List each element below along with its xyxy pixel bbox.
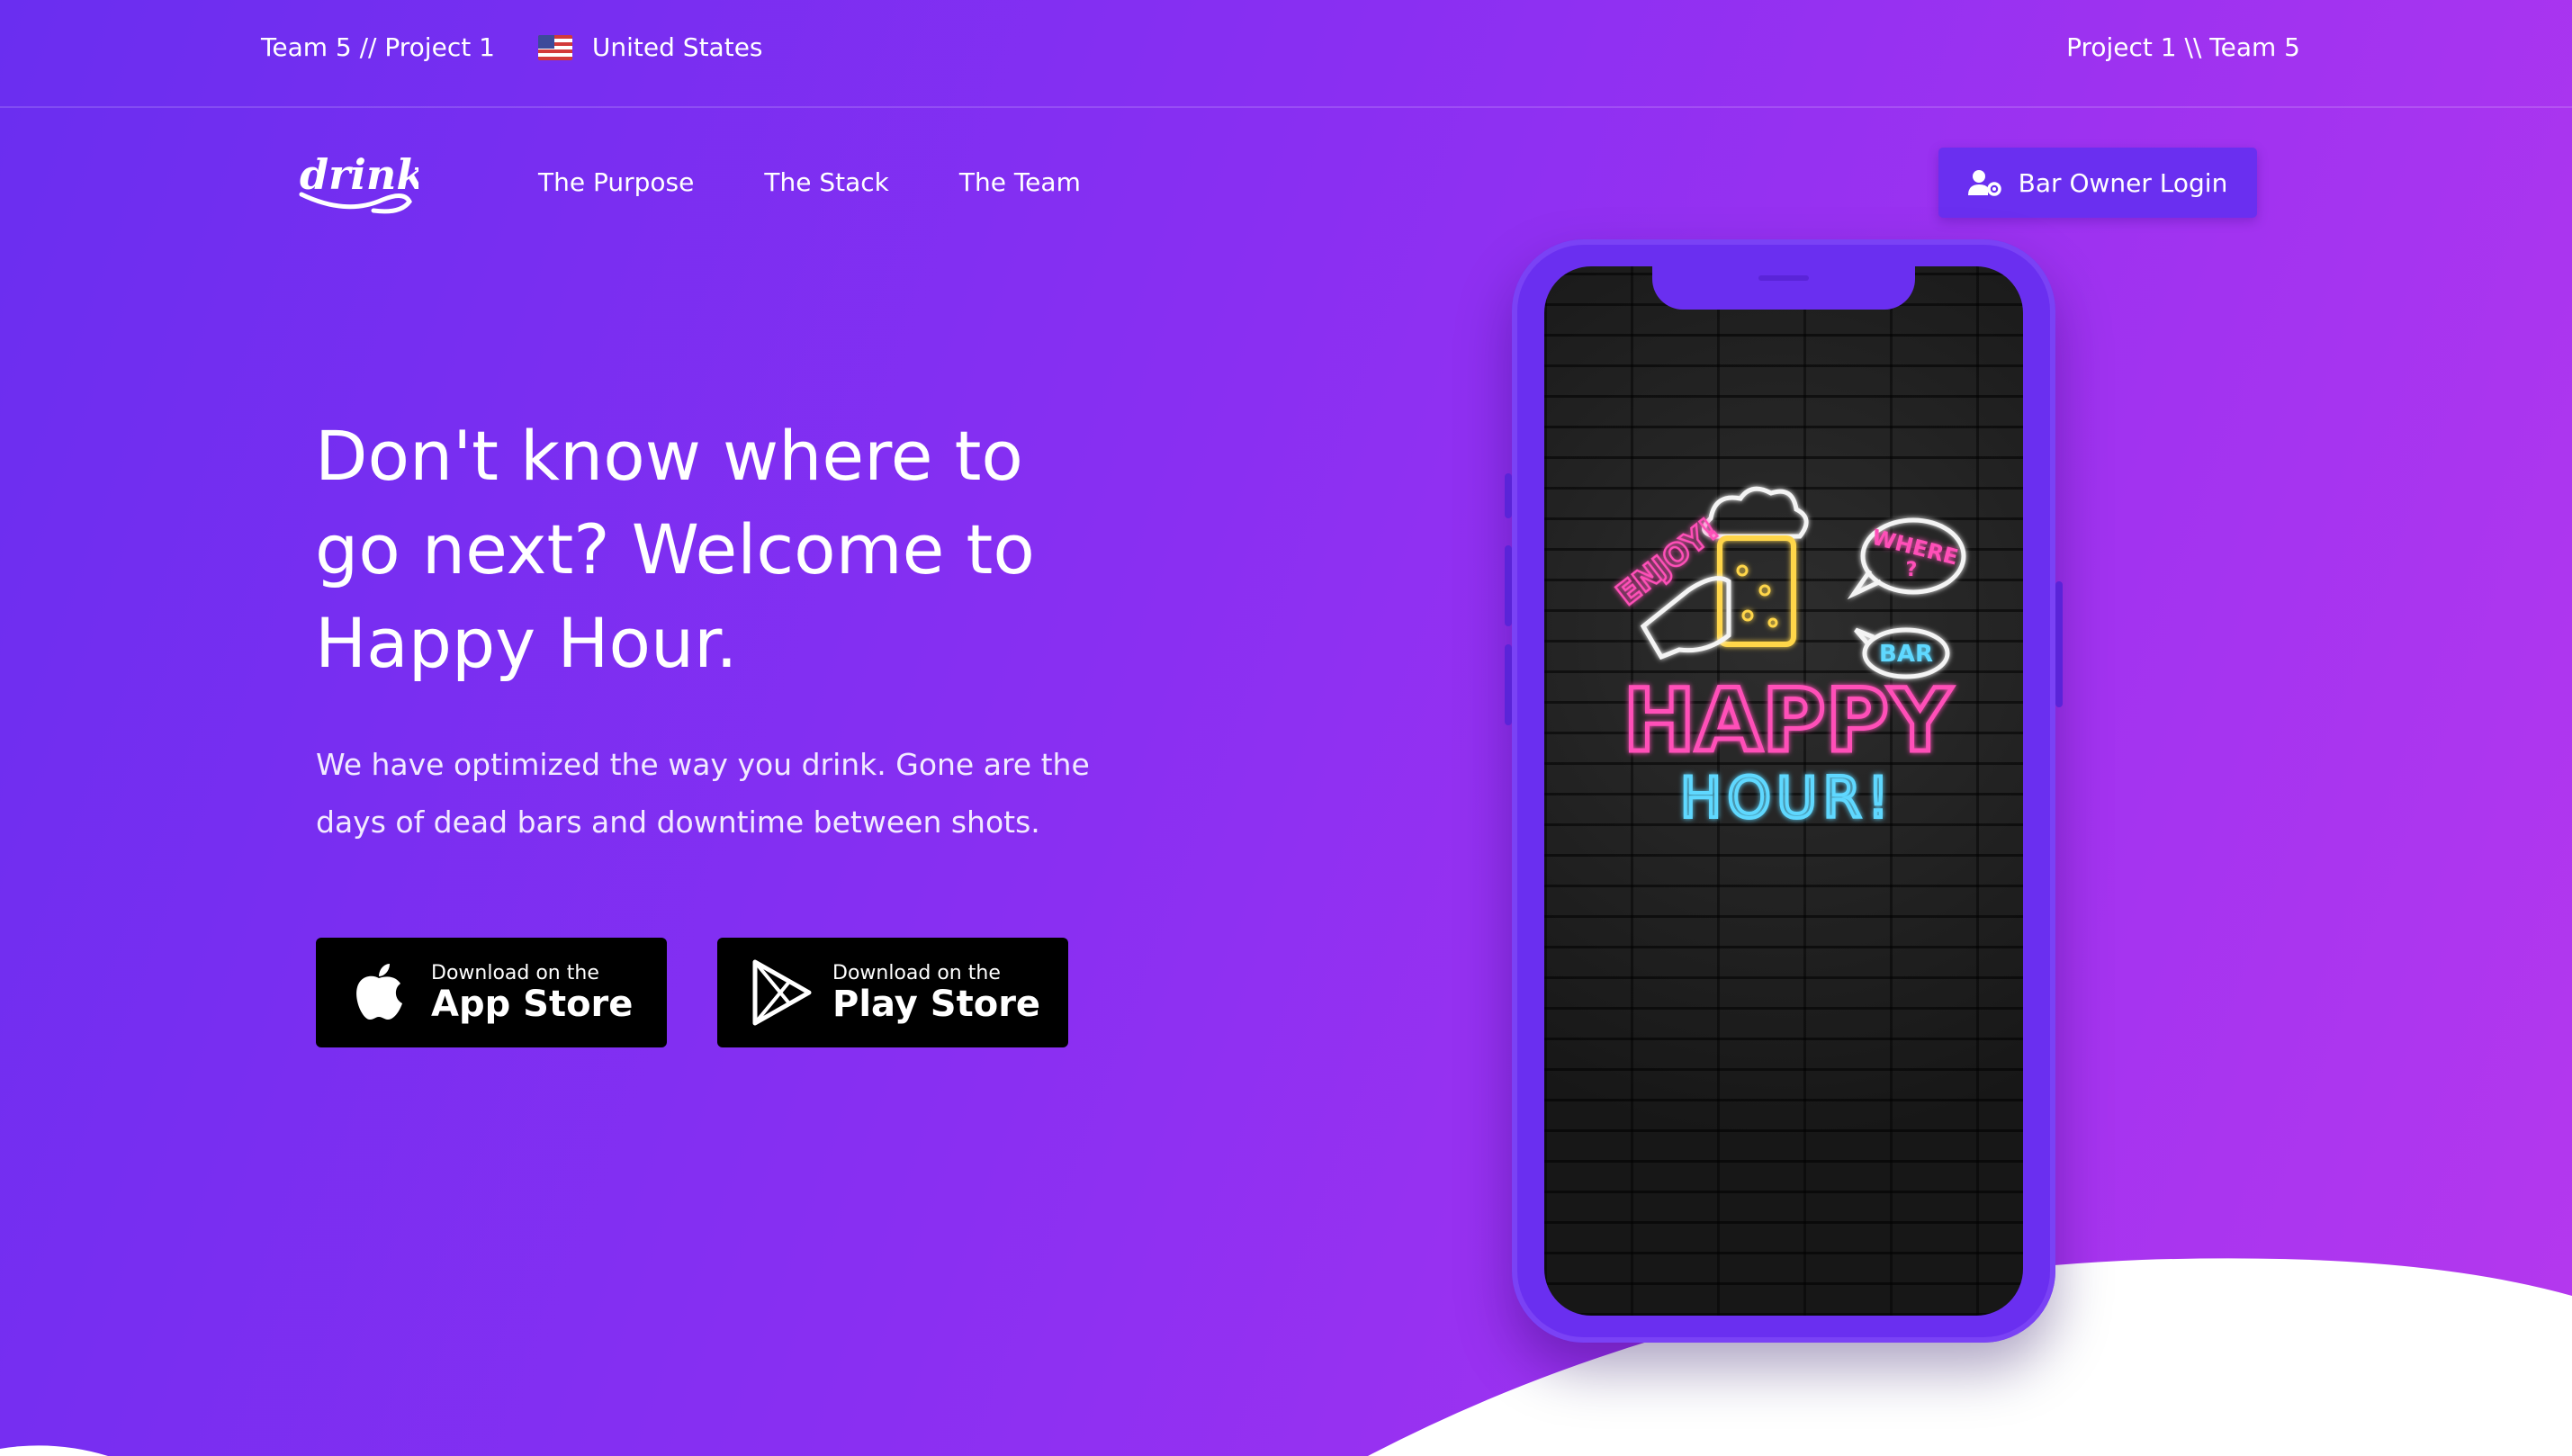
play-store-small-text: Download on the bbox=[832, 961, 1001, 984]
nav-the-purpose[interactable]: The Purpose bbox=[538, 167, 694, 197]
drinks-logo[interactable]: drinks bbox=[292, 142, 418, 216]
us-flag-icon bbox=[537, 34, 572, 60]
logo-text: drinks bbox=[300, 150, 418, 199]
play-store-text: Download on the Play Store bbox=[832, 962, 1040, 1024]
bottom-wave bbox=[0, 1258, 2572, 1456]
project-team-label: Project 1 \\ Team 5 bbox=[2066, 32, 2300, 62]
hero-title: Don't know where to go next? Welcome to … bbox=[315, 416, 1035, 683]
phone-button bbox=[1505, 545, 1512, 626]
neon-hour-text: HOUR! bbox=[1680, 765, 1895, 831]
top-bar: Team 5 // Project 1 United States Projec… bbox=[0, 0, 2572, 108]
phone-notch bbox=[1652, 266, 1915, 310]
play-store-big-text: Play Store bbox=[832, 983, 1041, 1025]
happy-hour-neon-sign: ENJOY! WHERE ? BAR HAPPY HOUR! bbox=[1609, 486, 1966, 832]
team-project-label: Team 5 // Project 1 bbox=[261, 32, 495, 62]
neon-enjoy-text: ENJOY! bbox=[1610, 511, 1726, 613]
neon-bar-text: BAR bbox=[1879, 641, 1933, 668]
nav-the-team[interactable]: The Team bbox=[959, 167, 1081, 197]
app-store-button[interactable]: Download on the App Store bbox=[316, 938, 667, 1047]
top-bar-left: Team 5 // Project 1 United States bbox=[261, 32, 763, 62]
phone-screen: ENJOY! WHERE ? BAR HAPPY HOUR! bbox=[1544, 266, 2023, 1316]
phone-button bbox=[2055, 581, 2063, 707]
beer-mug-icon bbox=[1702, 486, 1809, 647]
neon-question-text: ? bbox=[1906, 559, 1918, 581]
hero-subtitle: We have optimized the way you drink. Gon… bbox=[316, 747, 1090, 840]
neon-happy-text: HAPPY bbox=[1623, 670, 1953, 771]
where-bubble: WHERE ? bbox=[1847, 517, 1966, 600]
play-store-icon bbox=[752, 959, 812, 1026]
phone-button bbox=[1505, 644, 1512, 725]
main-nav: The Purpose The Stack The Team bbox=[538, 167, 1151, 197]
phone-button bbox=[1505, 473, 1512, 518]
app-store-big-text: App Store bbox=[431, 983, 634, 1025]
bar-owner-login-button[interactable]: Bar Owner Login bbox=[1938, 148, 2257, 218]
phone-mockup: ENJOY! WHERE ? BAR HAPPY HOUR! bbox=[1505, 239, 2063, 1343]
login-label: Bar Owner Login bbox=[2018, 167, 2228, 198]
play-store-button[interactable]: Download on the Play Store bbox=[717, 938, 1068, 1047]
country-selector[interactable]: United States bbox=[592, 32, 763, 62]
nav-the-stack[interactable]: The Stack bbox=[764, 167, 889, 197]
apple-icon bbox=[356, 964, 402, 1020]
app-store-text: Download on the App Store bbox=[431, 962, 633, 1024]
app-store-small-text: Download on the bbox=[431, 961, 599, 984]
user-cog-icon bbox=[1967, 170, 2001, 196]
